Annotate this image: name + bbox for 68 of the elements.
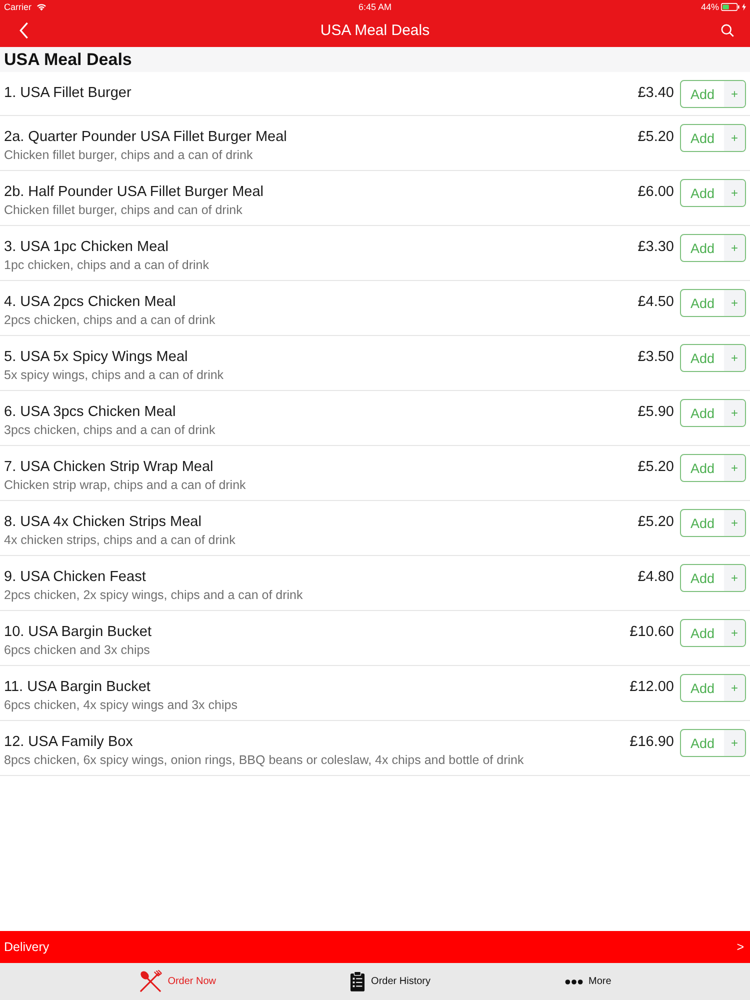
section-title: USA Meal Deals (4, 50, 132, 70)
item-price: £3.40 (638, 84, 674, 103)
back-chevron-icon[interactable] (19, 22, 29, 39)
item-description: 6pcs chicken and 3x chips (4, 643, 151, 658)
add-button[interactable]: Add + (680, 289, 746, 317)
item-price: £16.90 (630, 733, 674, 752)
item-price: £10.60 (630, 623, 674, 642)
item-name: 11. USA Bargin Bucket (4, 678, 152, 697)
add-button[interactable]: Add + (680, 564, 746, 592)
battery-icon (721, 3, 740, 11)
screen-title: USA Meal Deals (320, 22, 430, 39)
item-description: 1pc chicken, chips and a can of drink (4, 258, 210, 273)
item-description: 4x chicken strips, chips and a can of drink (4, 533, 236, 548)
item-name: 7. USA Chicken Strip Wrap Meal (4, 458, 214, 477)
add-button[interactable]: Add + (680, 729, 746, 757)
tab-item[interactable]: Order Now (138, 970, 216, 993)
item-price: £5.20 (638, 513, 674, 532)
add-button[interactable]: Add + (680, 179, 746, 207)
item-name: 2a. Quarter Pounder USA Fillet Burger Meal (4, 128, 288, 147)
add-button[interactable]: Add + (680, 619, 746, 647)
item-price: £5.20 (638, 458, 674, 477)
item-description: 2pcs chicken, chips and a can of drink (4, 313, 216, 328)
search-icon[interactable] (721, 24, 734, 37)
item-name: 3. USA 1pc Chicken Meal (4, 238, 170, 257)
item-name: 9. USA Chicken Feast (4, 568, 147, 587)
item-price: £12.00 (630, 678, 674, 697)
item-description: Chicken strip wrap, chips and a can of drink (4, 478, 247, 493)
item-price: £4.50 (638, 293, 674, 312)
item-price: £3.50 (638, 348, 674, 367)
item-description: 3pcs chicken, chips and a can of drink (4, 423, 216, 438)
add-button[interactable]: Add + (680, 399, 746, 427)
add-button[interactable]: Add + (680, 124, 746, 152)
wifi-icon (36, 3, 47, 11)
item-description: Chicken fillet burger, chips and can of drink (4, 203, 244, 218)
delivery-bar[interactable]: Delivery > (0, 931, 750, 963)
item-price: £4.80 (638, 568, 674, 587)
item-name: 12. USA Family Box (4, 733, 134, 752)
item-name: 2b. Half Pounder USA Fillet Burger Meal (4, 183, 265, 202)
item-description: 6pcs chicken, 4x spicy wings and 3x chips (4, 698, 238, 713)
tab-item[interactable]: Order History (350, 971, 430, 992)
add-button[interactable]: Add + (680, 509, 746, 537)
item-description: 8pcs chicken, 6x spicy wings, onion rings, BBQ beans or coleslaw, 4x chips and bottle of drink (4, 753, 525, 768)
battery-percent: 44% (700, 2, 719, 12)
carrier-label: Carrier (4, 2, 32, 12)
add-button[interactable]: Add + (680, 674, 746, 702)
add-button[interactable]: Add + (680, 234, 746, 262)
more-dots-icon (564, 978, 582, 984)
item-description: Chicken fillet burger, chips and a can of drink (4, 148, 254, 163)
item-name: 5. USA 5x Spicy Wings Meal (4, 348, 189, 367)
item-description: 2pcs chicken, 2x spicy wings, chips and a can of drink (4, 588, 304, 603)
item-name: 1. USA Fillet Burger (4, 84, 132, 103)
item-price: £5.90 (638, 403, 674, 422)
clipboard-icon (350, 971, 366, 992)
item-price: £3.30 (638, 238, 674, 257)
clock-time: 6:45 AM (358, 2, 392, 12)
fork-and-spoon-icon (138, 970, 162, 993)
item-price: £6.00 (638, 183, 674, 202)
item-description: 5x spicy wings, chips and a can of drink (4, 368, 225, 383)
charging-bolt-icon (742, 3, 746, 11)
item-name: 4. USA 2pcs Chicken Meal (4, 293, 177, 312)
add-button[interactable]: Add + (680, 454, 746, 482)
add-button[interactable]: Add + (680, 80, 746, 108)
add-button[interactable]: Add + (680, 344, 746, 372)
item-name: 6. USA 3pcs Chicken Meal (4, 403, 177, 422)
tab-item[interactable]: More (564, 976, 612, 987)
item-name: 8. USA 4x Chicken Strips Meal (4, 513, 202, 532)
item-name: 10. USA Bargin Bucket (4, 623, 152, 642)
item-price: £5.20 (638, 128, 674, 147)
